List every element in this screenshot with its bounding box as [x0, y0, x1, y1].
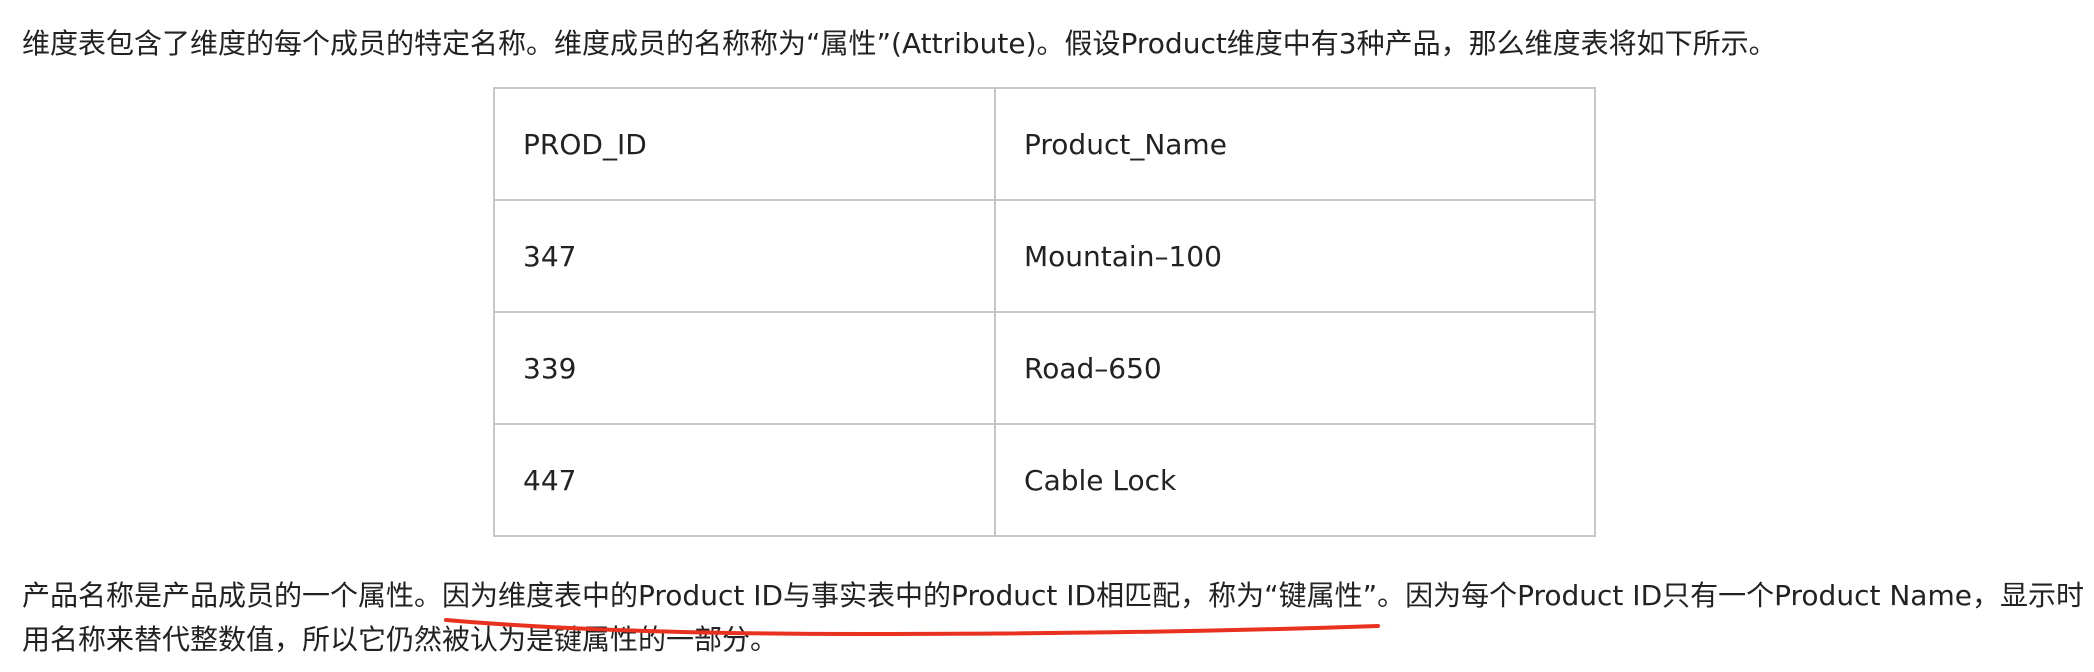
table-cell: Cable Lock — [994, 423, 1596, 537]
table-cell: 339 — [492, 311, 997, 425]
table-header-cell: PROD_ID — [492, 87, 997, 201]
table-cell: Road–650 — [994, 311, 1596, 425]
table-row: 339 Road–650 — [492, 311, 1596, 425]
red-underline-annotation — [444, 618, 1380, 637]
intro-paragraph: 维度表包含了维度的每个成员的特定名称。维度成员的名称称为“属性”(Attribu… — [22, 27, 1777, 60]
closing-text-before: 产品名称是产品成员的一个属性。 — [22, 579, 443, 612]
table-header-cell: Product_Name — [994, 87, 1596, 201]
table-cell: 447 — [492, 423, 997, 537]
table-cell: 347 — [492, 199, 997, 313]
table-header-row: PROD_ID Product_Name — [492, 87, 1596, 201]
table-row: 347 Mountain–100 — [492, 199, 1596, 313]
table-row: 447 Cable Lock — [492, 423, 1596, 537]
table-cell: Mountain–100 — [994, 199, 1596, 313]
highlighted-text: 因为维度表中的Product ID与事实表中的Product ID相匹配，称为“… — [442, 579, 1378, 612]
closing-text-after: 。因为每个Product ID只有一个Product Name，显示时 — [1377, 579, 2084, 612]
dimension-table: PROD_ID Product_Name 347 Mountain–100 33… — [492, 87, 1596, 537]
